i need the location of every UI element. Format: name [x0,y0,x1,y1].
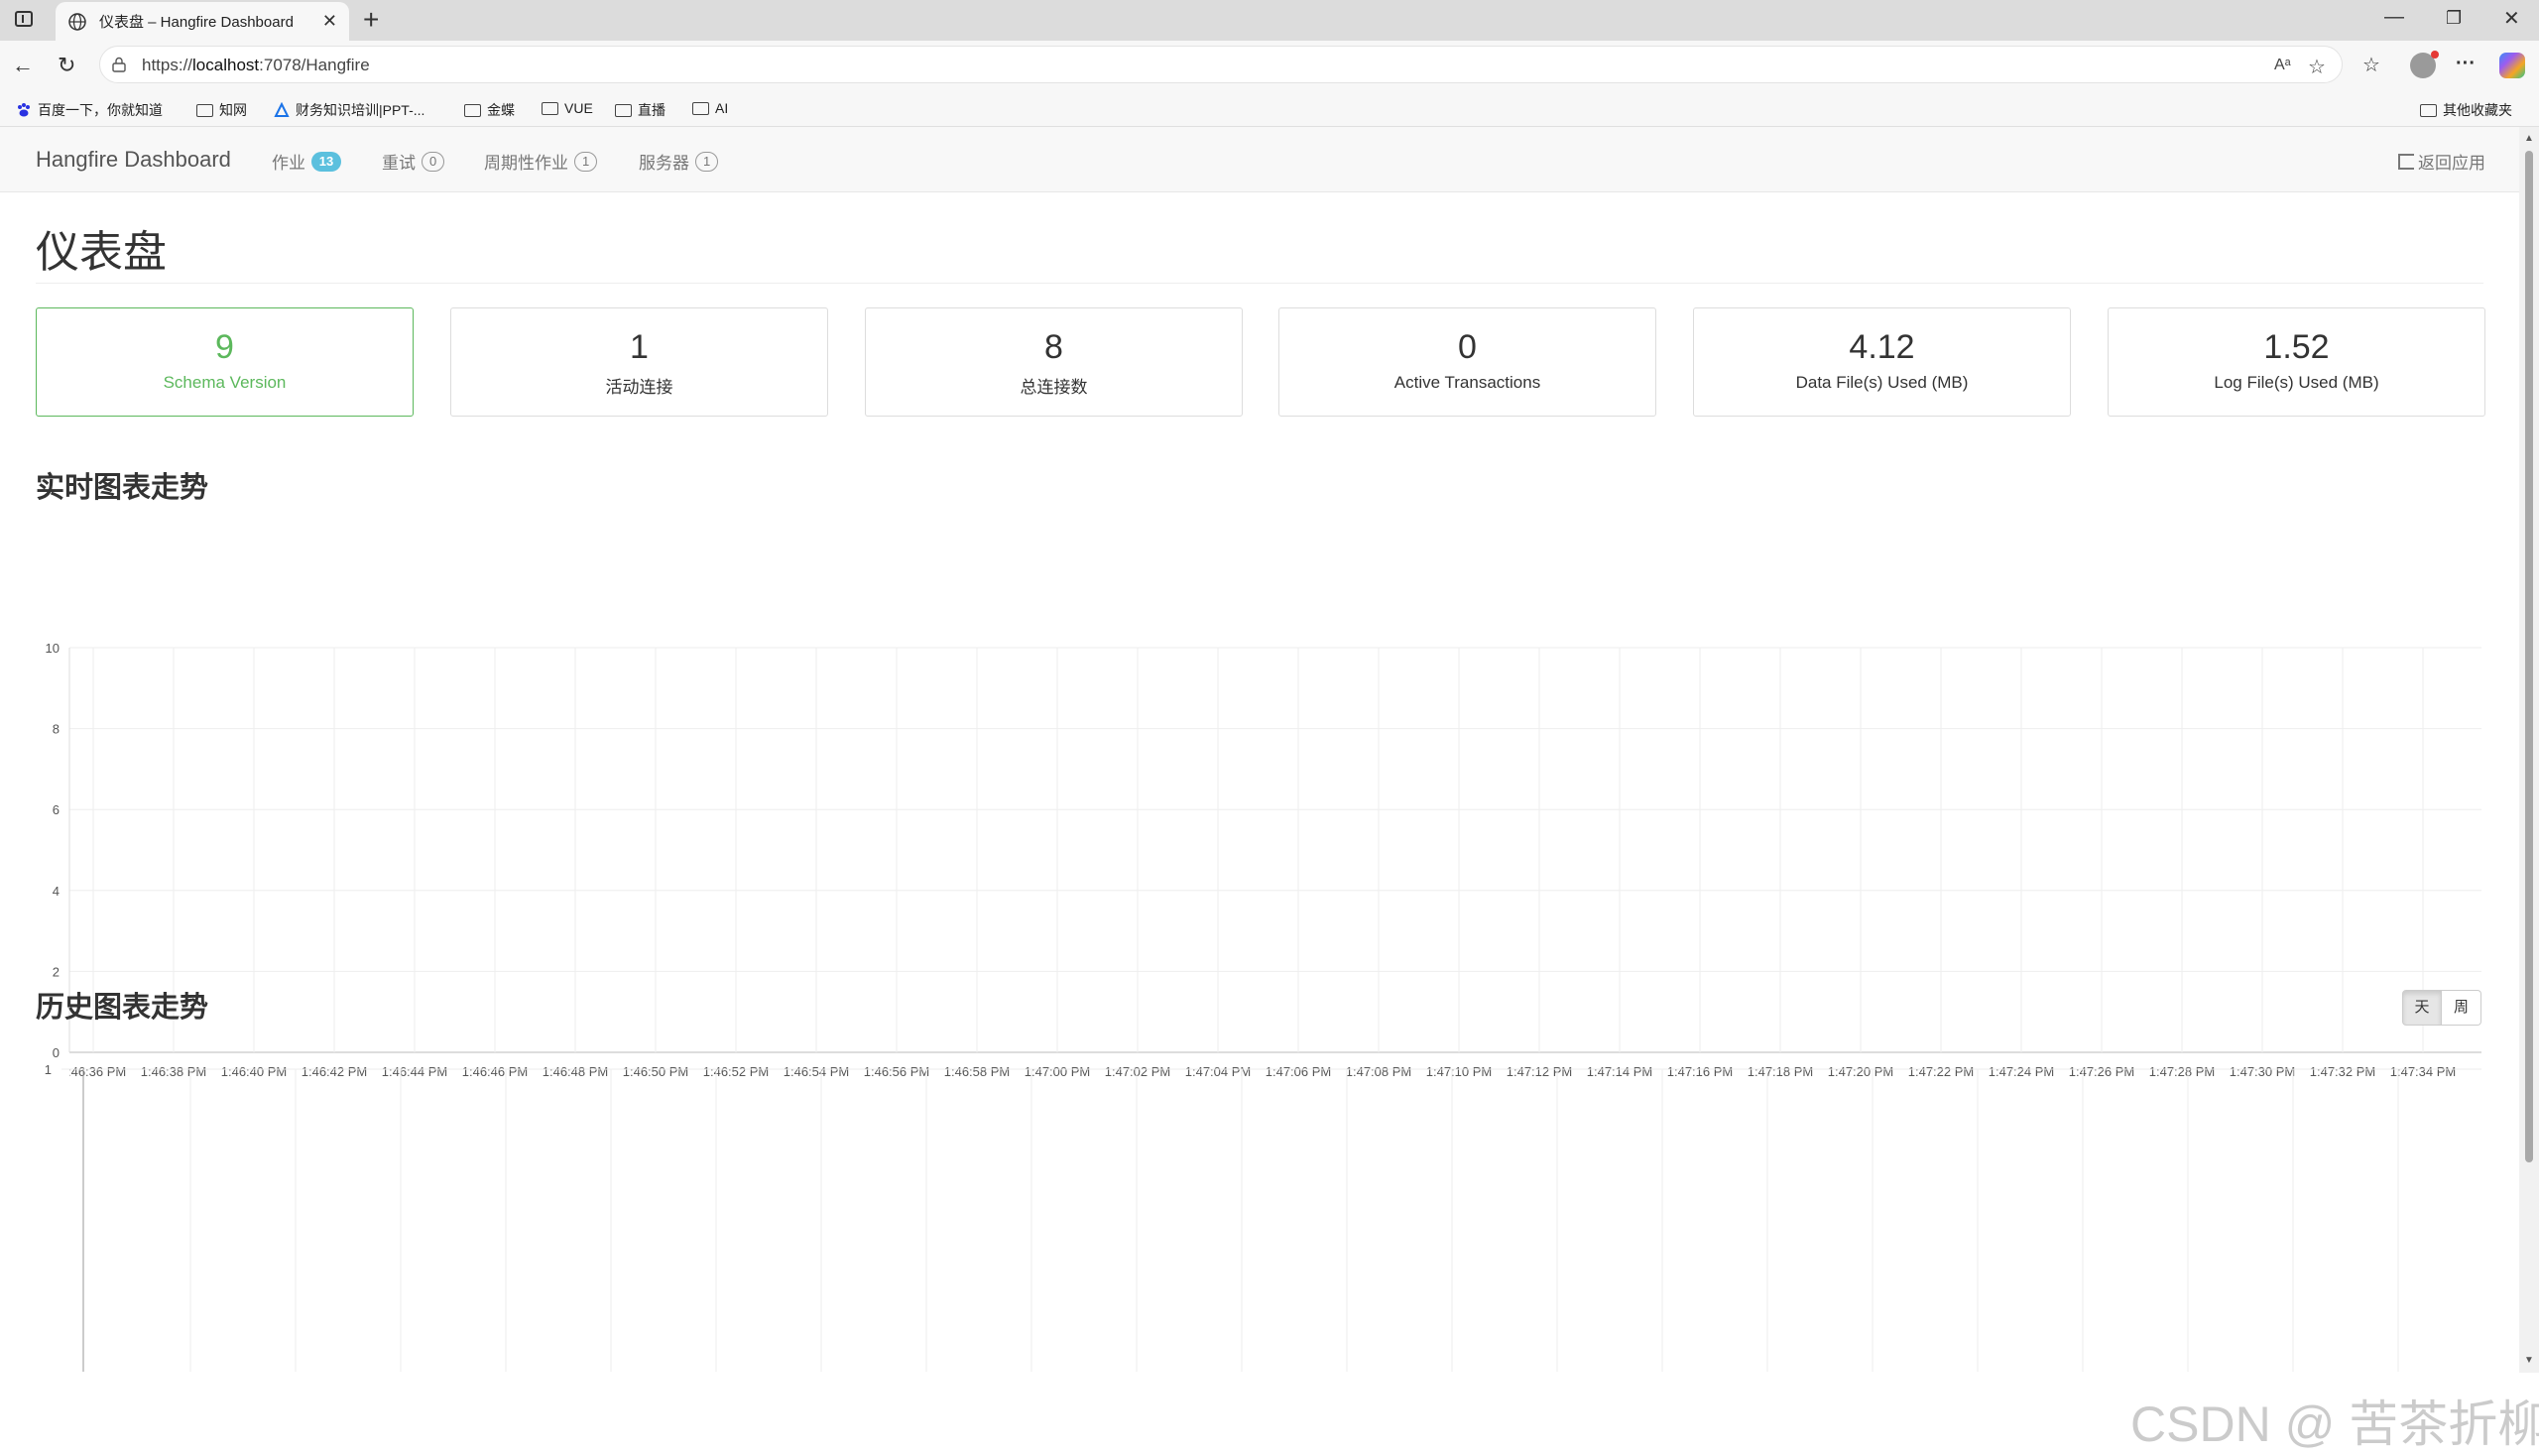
more-options-icon[interactable]: ··· [2456,53,2476,75]
back-icon[interactable]: ← [12,53,34,78]
scroll-down-icon[interactable]: ▼ [2524,1355,2534,1366]
reload-icon[interactable]: ↻ [58,53,75,78]
copilot-icon[interactable] [2499,53,2525,78]
folder-icon [692,101,709,115]
bookmark-other-favorites[interactable]: 其他收藏夹 [2420,100,2512,120]
retries-count-badge: 0 [422,151,445,172]
close-window-icon[interactable]: ✕ [2503,6,2520,31]
y-tick-label: 1 [45,1062,52,1077]
history-range-toggle: 天 周 [2402,990,2481,1026]
sidebar-toggle-icon[interactable] [15,11,33,27]
metric-log-file-used: 1.52 Log File(s) Used (MB) [2108,307,2485,417]
toggle-day-button[interactable]: 天 [2402,990,2442,1026]
hangfire-navbar: Hangfire Dashboard 作业 13 重试 0 周期性作业 1 服务… [0,127,2519,192]
browser-toolbar: ← ↻ https://localhost:7078/Hangfire Aᵃ ☆… [0,41,2539,93]
recurring-count-badge: 1 [574,151,598,172]
bookmark-ai[interactable]: AI [692,100,728,116]
brand-link[interactable]: Hangfire Dashboard [36,147,231,173]
baidu-paw-icon [18,103,30,117]
tab-title: 仪表盘 – Hangfire Dashboard [99,14,294,31]
servers-count-badge: 1 [695,151,719,172]
y-tick-label: 6 [53,802,60,817]
back-to-app-link[interactable]: 返回应用 [2398,149,2485,174]
close-tab-icon[interactable]: ✕ [322,11,337,32]
scroll-up-icon[interactable]: ▲ [2524,133,2534,144]
nav-recurring-jobs[interactable]: 周期性作业 1 [484,149,598,174]
page-scrollbar[interactable]: ▲ ▼ [2519,127,2539,1373]
sign-out-icon [2398,153,2414,170]
bookmark-live[interactable]: 直播 [615,100,665,120]
bookmark-zhiwang[interactable]: 知网 [196,100,247,120]
site-logo-icon [274,102,290,117]
minimize-icon[interactable]: — [2384,6,2404,29]
nav-servers[interactable]: 服务器 1 [639,149,719,174]
bookmark-finance-ppt[interactable]: 财务知识培训|PPT-... [274,100,424,120]
metric-total-connections: 8 总连接数 [865,307,1243,417]
y-tick-label: 8 [53,722,60,737]
y-tick-label: 10 [46,641,60,656]
hangfire-page: Hangfire Dashboard 作业 13 重试 0 周期性作业 1 服务… [0,127,2539,1452]
folder-icon [196,103,213,117]
realtime-chart-title: 实时图表走势 [36,472,209,504]
watermark: CSDN @ 苦茶折柳 [2130,1396,2539,1452]
folder-icon [464,103,481,117]
scroll-thumb[interactable] [2525,151,2533,1162]
y-tick-label: 4 [53,884,60,899]
browser-tab[interactable]: 仪表盘 – Hangfire Dashboard ✕ [56,2,349,41]
url-text: https://localhost:7078/Hangfire [142,56,370,74]
metric-active-transactions: 0 Active Transactions [1278,307,1656,417]
site-info-icon[interactable] [112,57,126,72]
folder-icon [615,103,632,117]
nav-retries[interactable]: 重试 0 [382,149,445,174]
metric-active-connections: 1 活动连接 [450,307,828,417]
globe-icon [68,12,86,31]
page-title: 仪表盘 [36,228,167,277]
new-tab-icon[interactable]: + [363,4,379,36]
bookmark-baidu[interactable]: 百度一下，你就知道 [16,100,163,120]
title-divider [36,283,2483,284]
history-chart: 1 [45,1062,2481,1372]
realtime-chart: 02468101:46:36 PM 1:46:38 PM 1:46:40 PM 1:4… [0,641,2499,1087]
folder-icon [542,101,558,115]
metric-data-file-used: 4.12 Data File(s) Used (MB) [1693,307,2071,417]
metrics-row: 9 Schema Version 1 活动连接 8 总连接数 0 Active … [36,307,2485,417]
y-tick-label: 2 [53,964,60,979]
address-bar[interactable]: https://localhost:7078/Hangfire Aᵃ ☆ [99,46,2343,83]
favorites-icon[interactable]: ☆ [2362,53,2380,77]
history-chart-title: 历史图表走势 [36,992,209,1024]
restore-icon[interactable]: ❐ [2446,8,2462,29]
browser-tab-bar: 仪表盘 – Hangfire Dashboard ✕ + — ❐ ✕ [0,0,2539,41]
nav-jobs[interactable]: 作业 13 [272,149,341,174]
metric-schema-version: 9 Schema Version [36,307,414,417]
profile-avatar[interactable] [2410,51,2439,78]
bookmark-kingdee[interactable]: 金蝶 [464,100,515,120]
folder-icon [2420,103,2437,117]
jobs-count-badge: 13 [311,151,341,172]
favorite-star-icon[interactable]: ☆ [2308,55,2326,79]
bookmark-vue[interactable]: VUE [542,100,593,116]
read-aloud-icon[interactable]: Aᵃ [2274,57,2291,74]
toggle-week-button[interactable]: 周 [2442,990,2481,1026]
bookmarks-bar: 百度一下，你就知道 知网 财务知识培训|PPT-... 金蝶 VUE 直播 AI… [0,93,2539,127]
